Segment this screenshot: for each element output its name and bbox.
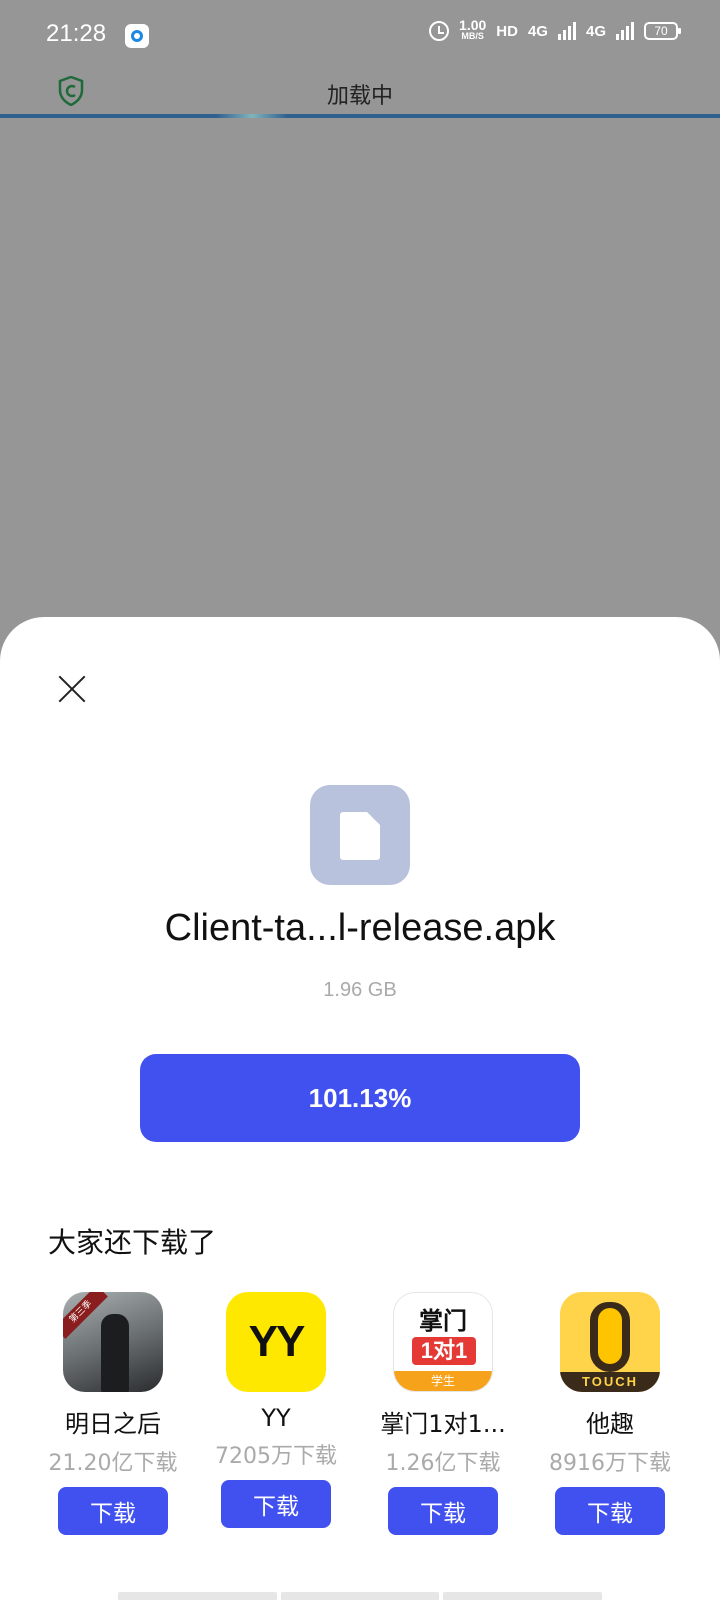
zhangmen-app-icon[interactable]: 掌门 1对1 学生: [393, 1292, 493, 1392]
network-speed-value: 1.00: [459, 17, 487, 33]
file-size: 1.96 GB: [323, 979, 397, 1001]
app-name: 他趣: [586, 1410, 634, 1438]
list-item: 掌门 1对1 学生 掌门1对1... 1.26亿下载 下载: [360, 1292, 526, 1535]
app-download-count: 21.20亿下载: [48, 1451, 178, 1476]
download-button[interactable]: 下载: [58, 1487, 168, 1535]
app-name: 明日之后: [65, 1410, 161, 1438]
status-indicators: 1.00 MB/S HD 4G 4G 70: [429, 17, 681, 42]
download-button[interactable]: 下载: [221, 1480, 331, 1528]
download-button[interactable]: 下载: [555, 1487, 665, 1535]
signal-icon: [616, 22, 634, 40]
download-progress-label: 101.13%: [308, 1082, 412, 1113]
list-item: TOUCH 他趣 8916万下载 下载: [527, 1292, 693, 1535]
battery-level: 70: [654, 24, 668, 38]
file-name: Client-ta...l-release.apk: [164, 907, 556, 949]
close-icon[interactable]: [52, 669, 92, 709]
signal-icon: [557, 22, 576, 40]
app-download-count: 1.26亿下载: [385, 1451, 501, 1476]
page-title: 加载中: [326, 84, 393, 109]
status-bar: 21:28 1.00 MB/S HD 4G 4G 70: [0, 0, 720, 72]
list-item: 第三季 明日之后 21.20亿下载 下载: [30, 1292, 196, 1535]
tacu-app-icon[interactable]: TOUCH: [560, 1292, 660, 1392]
network-type-2: 4G: [585, 22, 606, 40]
download-progress-button[interactable]: 101.13%: [140, 1054, 580, 1142]
mingri-app-icon[interactable]: 第三季: [63, 1292, 163, 1392]
download-sheet: Client-ta...l-release.apk 1.96 GB 101.13…: [0, 617, 720, 1600]
file-icon: [310, 785, 410, 885]
app-download-count: 8916万下载: [549, 1451, 671, 1476]
battery-icon: 70: [644, 22, 681, 40]
yy-app-icon[interactable]: YY: [226, 1292, 326, 1392]
app-name: YY: [261, 1404, 291, 1432]
network-speed: 1.00 MB/S: [459, 17, 487, 42]
status-time: 21:28: [46, 20, 107, 47]
bottom-tab-strip: [118, 1592, 603, 1600]
app-download-count: 7205万下载: [215, 1444, 337, 1469]
browser-toolbar: 加载中: [0, 72, 720, 116]
download-button[interactable]: 下载: [388, 1487, 498, 1535]
hd-indicator: HD: [496, 22, 518, 40]
alarm-icon: [429, 21, 450, 41]
list-item: YY YY 7205万下载 下载: [193, 1292, 359, 1528]
app-name: 掌门1对1...: [380, 1410, 506, 1438]
recommendations-title: 大家还下载了: [48, 1226, 217, 1259]
network-speed-unit: MB/S: [461, 31, 484, 41]
notification-app-icon: [125, 24, 149, 48]
page-load-progress-bar: [0, 114, 720, 118]
network-type-1: 4G: [527, 22, 548, 40]
